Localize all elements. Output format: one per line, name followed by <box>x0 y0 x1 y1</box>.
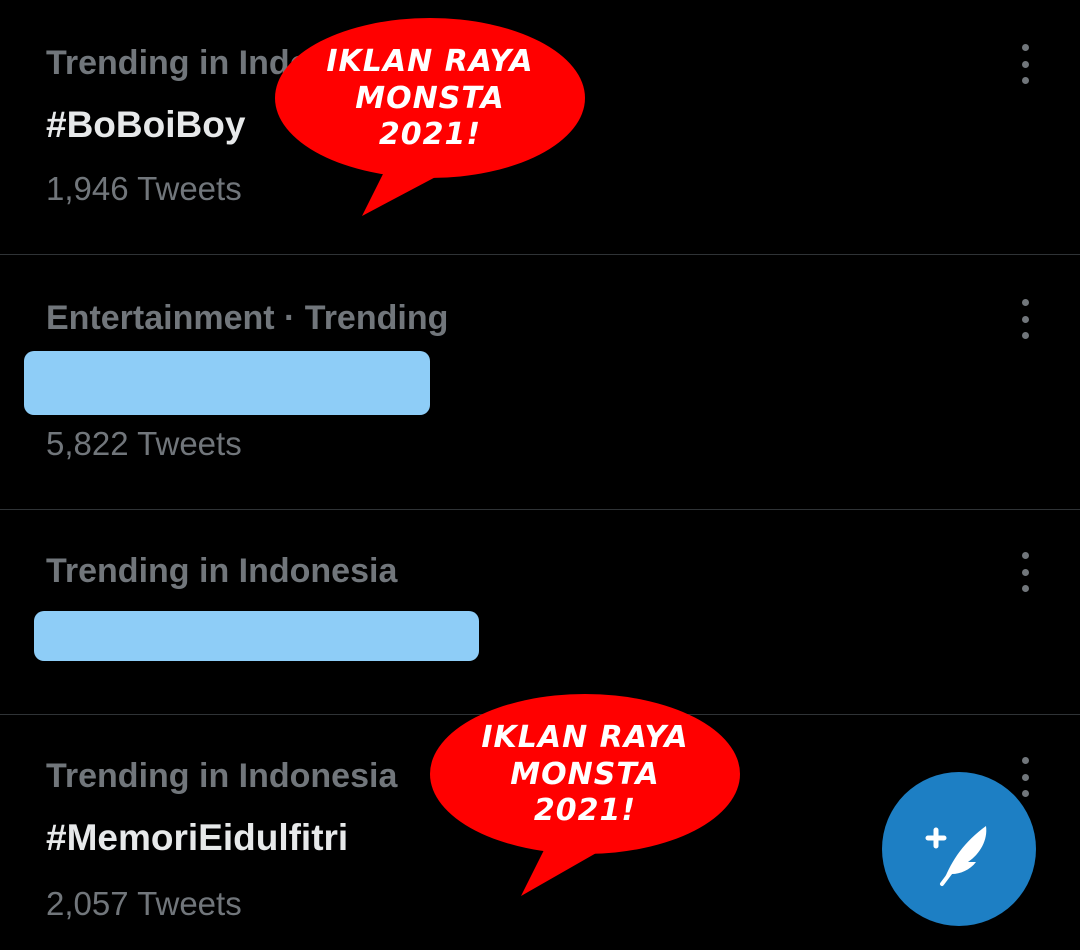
annotation-line: IKLAN RAYA <box>481 720 689 755</box>
more-options-icon[interactable] <box>1012 44 1038 84</box>
more-options-icon[interactable] <box>1012 552 1038 592</box>
speech-bubble-annotation: IKLAN RAYA MONSTA 2021! <box>270 10 590 220</box>
trend-meta: Entertainment · Trending <box>46 299 449 337</box>
compose-tweet-button[interactable] <box>882 772 1036 926</box>
compose-tweet-icon <box>882 772 1036 926</box>
annotation-line: 2021! <box>533 793 637 829</box>
trend-tweet-count: 2,057 Tweets <box>46 885 242 922</box>
annotation-text: IKLAN RAYA MONSTA 2021! <box>270 44 590 154</box>
trend-item[interactable]: Trending in Indonesia <box>0 509 1080 715</box>
trend-item[interactable]: Entertainment · Trending 5,822 Tweets <box>0 254 1080 510</box>
annotation-line: MONSTA <box>510 756 660 792</box>
trend-tweet-count: 5,822 Tweets <box>46 425 242 462</box>
trend-tweet-count: 1,946 Tweets <box>46 170 242 207</box>
more-options-icon[interactable] <box>1012 299 1038 339</box>
trend-meta: Trending in Indonesia <box>46 757 398 795</box>
speech-bubble-annotation: IKLAN RAYA MONSTA 2021! <box>425 688 745 900</box>
trend-meta: Trending in Indonesia <box>46 552 398 590</box>
redacted-topic <box>34 611 479 661</box>
annotation-text: IKLAN RAYA MONSTA 2021! <box>425 720 745 830</box>
annotation-line: IKLAN RAYA <box>326 44 534 79</box>
annotation-line: MONSTA <box>355 80 505 116</box>
annotation-line: 2021! <box>378 117 482 153</box>
redacted-topic <box>24 351 430 415</box>
trend-topic: #MemoriEidulfitri <box>46 817 349 858</box>
trend-topic: #BoBoiBoy <box>46 104 246 145</box>
